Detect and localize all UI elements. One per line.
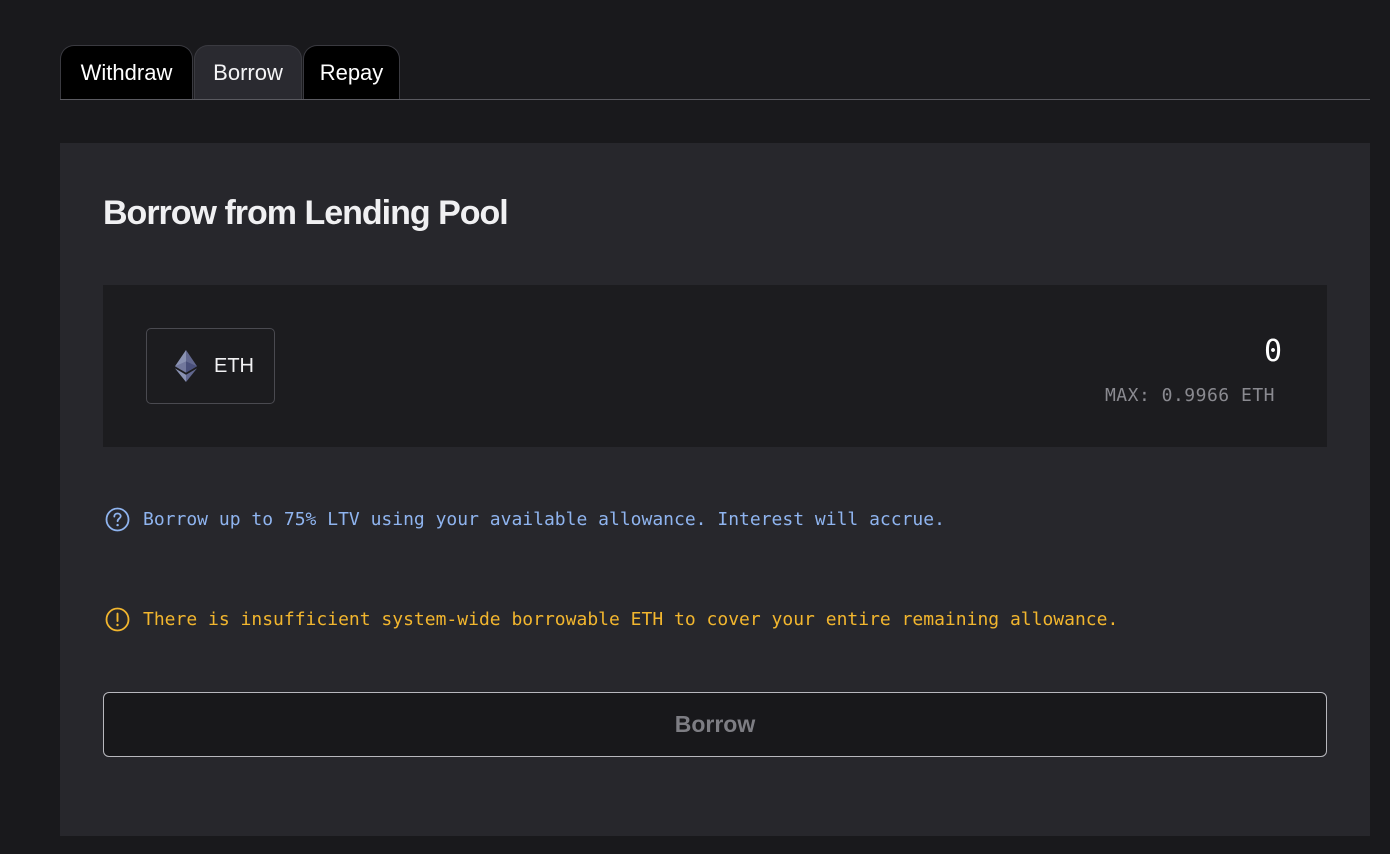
tab-bar: Withdraw Borrow Repay [60,45,1370,100]
token-selector[interactable]: ETH [146,328,275,404]
max-amount-label[interactable]: MAX: 0.9966 ETH [1105,385,1275,406]
ethereum-icon [175,350,197,382]
token-symbol: ETH [214,355,254,377]
amount-input[interactable] [682,330,1282,372]
exclamation-circle-icon [105,607,130,631]
tab-repay[interactable]: Repay [303,45,400,99]
tab-withdraw[interactable]: Withdraw [60,45,193,99]
question-circle-icon [105,507,130,531]
borrow-panel: Borrow from Lending Pool ETH MAX: 0.9966… [60,143,1370,836]
borrow-button[interactable]: Borrow [103,692,1327,757]
tab-borrow[interactable]: Borrow [194,45,302,99]
amount-box: ETH MAX: 0.9966 ETH [103,285,1327,447]
warning-notice: There is insufficient system-wide borrow… [105,606,1118,632]
panel-title: Borrow from Lending Pool [103,194,509,232]
warning-notice-text: There is insufficient system-wide borrow… [143,608,1119,630]
info-notice: Borrow up to 75% LTV using your availabl… [105,506,945,532]
info-notice-text: Borrow up to 75% LTV using your availabl… [143,508,945,530]
